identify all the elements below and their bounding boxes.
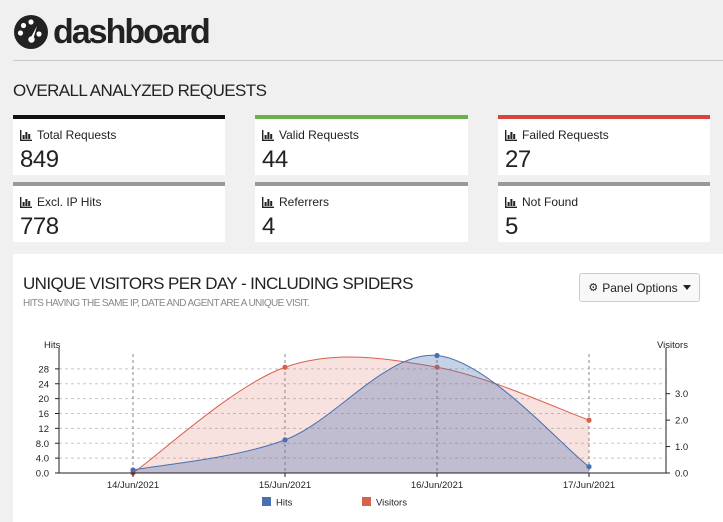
card-excl-ip-hits: Excl. IP Hits 778 <box>13 182 225 242</box>
data-point-hits <box>434 352 440 359</box>
left-tick-label: 12 <box>38 424 49 435</box>
visitors-chart: 0.0 4.0 8.0 12 16 20 24 28 0.0 1.0 2.0 3.0 14/Jun/20… <box>36 340 688 509</box>
left-tick-label: 0.0 <box>36 469 49 480</box>
card-referrers: Referrers 4 <box>255 182 468 242</box>
left-tick-label: 16 <box>38 409 49 420</box>
page-title: dashboard <box>53 13 211 51</box>
section-title-overall: OVERALL ANALYZED REQUESTS <box>13 81 267 100</box>
x-tick-label: 16/Jun/2021 <box>411 480 463 491</box>
x-tick-label: 15/Jun/2021 <box>259 480 311 491</box>
data-point-visitors <box>586 417 592 423</box>
left-tick-label: 24 <box>38 379 49 390</box>
right-tick-label: 1.0 <box>675 442 688 453</box>
dashboard-header: dashboard <box>13 12 211 52</box>
x-tick-label: 17/Jun/2021 <box>563 480 615 491</box>
data-point-hits <box>130 467 136 473</box>
legend-label-visitors: Visitors <box>376 498 407 509</box>
card-failed-requests: Failed Requests 27 <box>498 115 710 175</box>
card-label: Referrers <box>279 195 330 209</box>
dashboard-gauge-icon <box>14 15 48 49</box>
legend-swatch-hits <box>262 497 271 506</box>
card-value: 5 <box>505 213 518 240</box>
bar-chart-icon <box>262 129 274 141</box>
card-label: Failed Requests <box>522 128 609 142</box>
bar-chart-icon <box>20 129 32 141</box>
legend-label-hits: Hits <box>276 498 293 509</box>
right-axis-label: Visitors <box>657 340 688 351</box>
right-tick-label: 0.0 <box>675 469 688 480</box>
left-tick-label: 4.0 <box>36 454 49 465</box>
card-not-found: Not Found 5 <box>498 182 710 242</box>
data-point-hits <box>282 437 288 443</box>
visitors-panel: UNIQUE VISITORS PER DAY - INCLUDING SPID… <box>13 254 723 522</box>
card-label: Total Requests <box>37 128 117 142</box>
legend-swatch-visitors <box>362 497 371 506</box>
x-tick-label: 14/Jun/2021 <box>107 480 159 491</box>
bar-chart-icon <box>505 196 517 208</box>
card-value: 849 <box>20 146 59 173</box>
card-value: 4 <box>262 213 275 240</box>
bar-chart-icon <box>262 196 274 208</box>
left-tick-label: 28 <box>38 364 49 375</box>
bar-chart-icon <box>20 196 32 208</box>
data-point-visitors <box>282 364 288 370</box>
data-point-hits <box>586 464 592 470</box>
right-tick-label: 2.0 <box>675 416 688 427</box>
card-valid-requests: Valid Requests 44 <box>255 115 468 175</box>
left-tick-label: 20 <box>38 394 49 405</box>
card-label: Excl. IP Hits <box>37 195 102 209</box>
card-value: 44 <box>262 146 288 173</box>
header-divider <box>13 60 723 61</box>
card-total-requests: Total Requests 849 <box>13 115 225 175</box>
bar-chart-icon <box>505 129 517 141</box>
right-tick-label: 3.0 <box>675 389 688 400</box>
card-label: Not Found <box>522 195 579 209</box>
card-label: Valid Requests <box>279 128 359 142</box>
left-axis-label: Hits <box>44 340 61 351</box>
left-tick-label: 8.0 <box>36 439 49 450</box>
card-value: 27 <box>505 146 531 173</box>
card-value: 778 <box>20 213 59 240</box>
